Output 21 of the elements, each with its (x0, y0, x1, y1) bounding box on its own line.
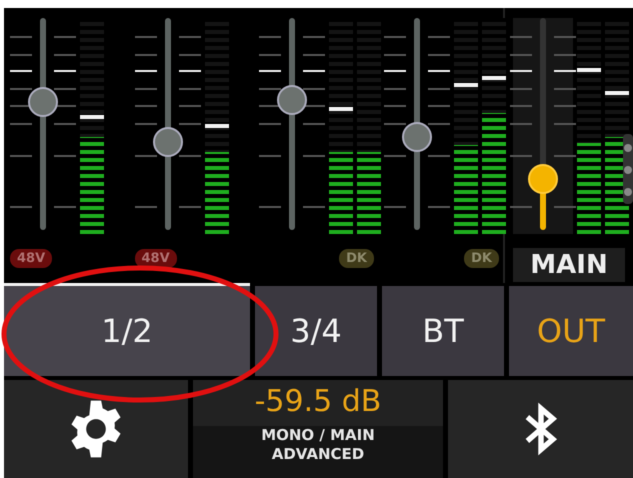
main-label: MAIN (513, 248, 625, 282)
duck-badge: DK (339, 248, 374, 268)
bluetooth-button[interactable] (448, 380, 633, 478)
mode-label: ADVANCED (272, 445, 364, 464)
phantom-power-badge: 48V (10, 248, 52, 268)
channel-tab[interactable]: BT (382, 283, 504, 376)
duck-badge: DK (464, 248, 499, 268)
mode-label: MONO / MAIN (261, 426, 375, 445)
channel-tab[interactable]: 1/2 (4, 283, 250, 376)
level-readout: -59.5 dB (254, 383, 382, 421)
channel-tab[interactable]: OUT (509, 283, 633, 376)
channel-tab[interactable]: 3/4 (255, 283, 377, 376)
fader-handle[interactable] (402, 122, 432, 152)
fader-handle[interactable] (277, 85, 307, 116)
fader-handle[interactable] (528, 164, 558, 194)
fader-handle[interactable] (28, 87, 58, 118)
page-dots-drawing (620, 134, 633, 204)
settings-button[interactable] (4, 380, 188, 478)
bluetooth-icon (524, 401, 558, 457)
fader-handle[interactable] (152, 127, 182, 158)
phantom-power-badge: 48V (134, 248, 177, 268)
